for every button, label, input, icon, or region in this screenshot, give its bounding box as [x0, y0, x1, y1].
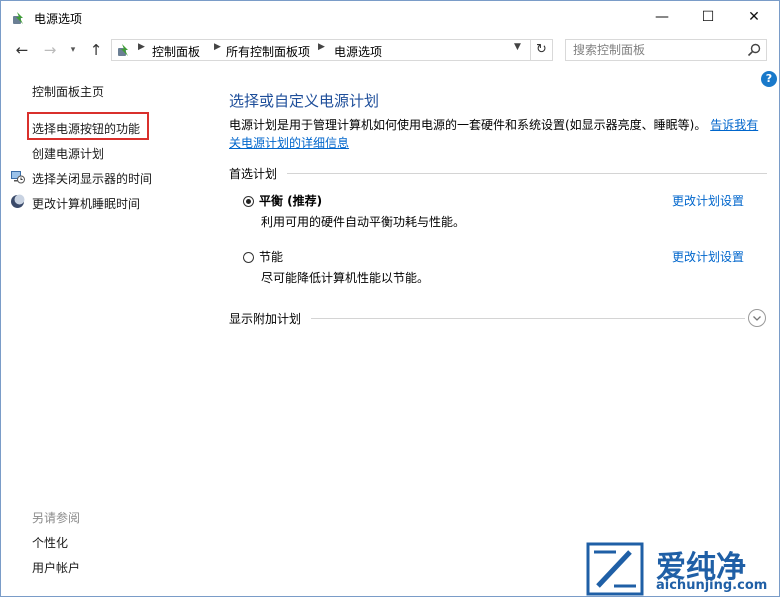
monitor-clock-icon	[11, 171, 25, 184]
sidebar-item-power-button[interactable]: 选择电源按钮的功能	[32, 120, 140, 137]
window-title: 电源选项	[34, 12, 83, 26]
section-divider	[287, 173, 767, 174]
breadcrumb-power-options[interactable]: 电源选项	[334, 43, 382, 60]
plan-balanced-description: 利用可用的硬件自动平衡功耗与性能。	[261, 215, 466, 229]
plan-balanced-change-settings-link[interactable]: 更改计划设置	[672, 192, 744, 209]
search-box[interactable]	[565, 39, 767, 61]
plan-power-saver-description: 尽可能降低计算机性能以节能。	[261, 271, 430, 285]
refresh-button[interactable]: ↻	[531, 39, 553, 61]
chevron-right-icon: ▶	[138, 42, 145, 52]
search-input[interactable]	[566, 40, 749, 60]
recent-locations-button[interactable]: ▾	[65, 39, 81, 61]
back-button[interactable]: ←	[11, 39, 33, 61]
breadcrumb-all-items[interactable]: 所有控制面板项	[226, 43, 310, 60]
title-bar: 电源选项 — ☐ ✕	[1, 1, 779, 35]
help-icon[interactable]: ?	[761, 71, 777, 87]
minimize-button[interactable]: —	[639, 1, 685, 33]
description-text: 电源计划是用于管理计算机如何使用电源的一套硬件和系统设置(如显示器亮度、睡眠等)…	[229, 118, 707, 132]
power-options-window: 电源选项 — ☐ ✕ ← → ▾ ↑ ▶ 控制面板 ▶ 所有控制面板项 ▶ 电源…	[0, 0, 780, 597]
address-bar[interactable]: ▶ 控制面板 ▶ 所有控制面板项 ▶ 电源选项 ▼	[111, 39, 531, 61]
page-title: 选择或自定义电源计划	[229, 92, 380, 110]
chevron-down-icon	[753, 316, 761, 321]
power-options-icon	[118, 44, 128, 56]
page-description: 电源计划是用于管理计算机如何使用电源的一套硬件和系统设置(如显示器亮度、睡眠等)…	[229, 116, 769, 152]
chevron-down-icon[interactable]: ▼	[514, 42, 521, 52]
see-also-personalization-link[interactable]: 个性化	[32, 534, 68, 551]
up-button[interactable]: ↑	[85, 39, 107, 61]
watermark: 爱纯净 aichunjing.com	[586, 542, 776, 596]
additional-plans-heading[interactable]: 显示附加计划	[229, 310, 301, 326]
see-also-heading: 另请参阅	[32, 511, 81, 525]
plan-power-saver-name[interactable]: 节能	[259, 248, 283, 265]
sidebar-item-sleep-time[interactable]: 更改计算机睡眠时间	[32, 195, 140, 212]
breadcrumb-control-panel[interactable]: 控制面板	[152, 43, 200, 60]
maximize-button[interactable]: ☐	[685, 1, 731, 33]
preferred-plans-heading: 首选计划	[229, 167, 278, 181]
address-toolbar: ← → ▾ ↑ ▶ 控制面板 ▶ 所有控制面板项 ▶ 电源选项 ▼ ↻	[1, 35, 779, 65]
chevron-right-icon[interactable]: ▶	[318, 42, 325, 52]
see-also-user-accounts-link[interactable]: 用户帐户	[32, 559, 80, 576]
watermark-url: aichunjing.com	[656, 578, 768, 593]
close-button[interactable]: ✕	[731, 1, 777, 33]
moon-icon	[11, 194, 25, 208]
control-panel-home-link[interactable]: 控制面板主页	[32, 83, 104, 100]
power-options-icon	[13, 12, 23, 24]
forward-button[interactable]: →	[39, 39, 61, 61]
chevron-right-icon[interactable]: ▶	[214, 42, 221, 52]
plan-balanced-name[interactable]: 平衡 (推荐)	[259, 192, 322, 209]
search-icon[interactable]	[746, 42, 762, 58]
section-divider	[311, 318, 745, 319]
sidebar-item-display-off-time[interactable]: 选择关闭显示器的时间	[32, 170, 152, 187]
expand-additional-plans-button[interactable]	[748, 309, 766, 327]
plan-power-saver-change-settings-link[interactable]: 更改计划设置	[672, 248, 744, 265]
sidebar-item-create-plan[interactable]: 创建电源计划	[32, 145, 104, 162]
plan-balanced-radio[interactable]	[243, 196, 254, 207]
plan-power-saver-radio[interactable]	[243, 252, 254, 263]
